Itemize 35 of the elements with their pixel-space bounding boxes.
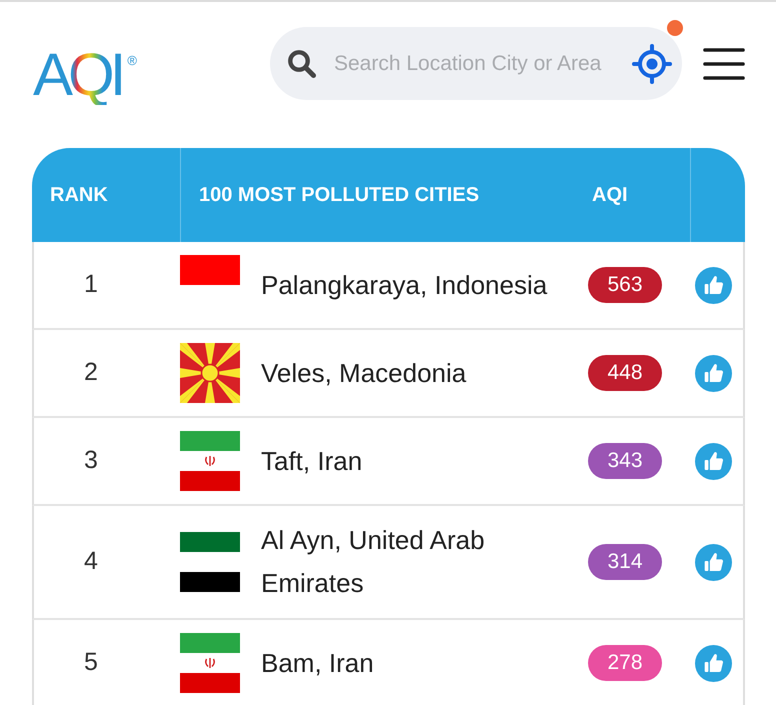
menu-icon[interactable]: [703, 48, 745, 80]
aqi-badge: 343: [588, 443, 662, 479]
flag-icon: [180, 431, 240, 491]
search-icon[interactable]: [287, 48, 317, 78]
column-header: RANK: [49, 183, 109, 208]
search-field[interactable]: Search Location City or Area: [334, 48, 626, 78]
thumbs-up-icon[interactable]: [695, 644, 732, 682]
rank-cell-text: 3: [83, 445, 99, 476]
notification-dot-icon: [667, 20, 683, 36]
aqi-badge: 563: [588, 267, 662, 303]
search-bar[interactable]: Search Location City or Area: [270, 27, 682, 100]
rank-cell-text: 1: [83, 269, 99, 300]
registered-mark: ®: [127, 54, 137, 67]
aqi-badge: 278: [588, 645, 662, 681]
locate-icon[interactable]: [632, 44, 672, 84]
column-header: 100 MOST POLLUTED CITIES: [180, 148, 575, 242]
column-header: AQI: [591, 183, 629, 208]
flag-icon: [180, 633, 240, 693]
thumbs-up-icon[interactable]: [695, 354, 732, 392]
rank-cell-text: 2: [83, 357, 99, 388]
flag-icon: [180, 532, 240, 592]
city-name[interactable]: Palangkaraya, Indonesia: [261, 264, 548, 306]
thumbs-up-icon[interactable]: [695, 266, 732, 304]
city-name[interactable]: Taft, Iran: [261, 440, 362, 482]
aqi-badge: 448: [588, 355, 662, 391]
city-name[interactable]: Al Ayn, United Arab Emirates: [261, 519, 573, 605]
aqi-badge: 314: [588, 544, 662, 580]
thumbs-up-icon[interactable]: [695, 544, 732, 580]
rank-cell-text: 4: [83, 546, 99, 578]
city-name[interactable]: Veles, Macedonia: [261, 352, 466, 394]
flag-icon: [180, 343, 240, 403]
rank-cell-text: 5: [83, 647, 99, 678]
city-name[interactable]: Bam, Iran: [261, 642, 374, 684]
flag-icon: [180, 255, 240, 285]
thumbs-up-icon[interactable]: [695, 442, 732, 480]
